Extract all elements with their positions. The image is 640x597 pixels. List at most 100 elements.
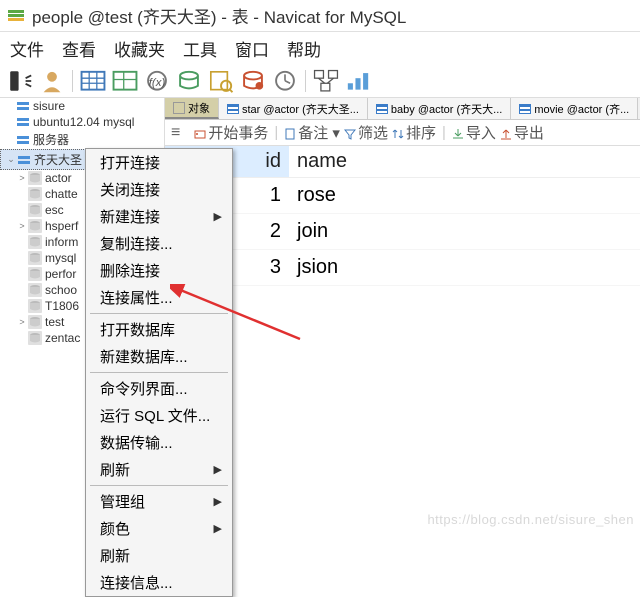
context-menu-item[interactable]: 管理组▶ — [86, 488, 232, 515]
menu-separator — [90, 485, 228, 486]
menu-favorites[interactable]: 收藏夹 — [114, 36, 165, 61]
tab-label: baby @actor (齐天大... — [391, 101, 502, 117]
menu-item-label: 刷新 — [100, 459, 130, 480]
menu-item-label: 运行 SQL 文件... — [100, 405, 210, 426]
hamburger-icon[interactable]: ≡ — [171, 124, 180, 142]
query-tool-icon[interactable] — [207, 69, 235, 93]
table-row[interactable]: 1rose — [165, 178, 640, 214]
database-icon — [28, 235, 42, 249]
chart-tool-icon[interactable] — [344, 69, 372, 93]
tab-label: movie @actor (齐... — [534, 101, 629, 117]
context-menu-item[interactable]: 关闭连接 — [86, 176, 232, 203]
submenu-arrow-icon: ▶ — [214, 522, 222, 535]
table-row[interactable]: 3jsion — [165, 250, 640, 286]
function-tool-icon[interactable]: f(x) — [143, 69, 171, 93]
tab-label: 对象 — [188, 100, 210, 116]
menu-item-label: 复制连接... — [100, 233, 173, 254]
context-menu-item[interactable]: 新建连接▶ — [86, 203, 232, 230]
context-menu-item[interactable]: 颜色▶ — [86, 515, 232, 542]
tab[interactable]: 对象 — [165, 98, 219, 119]
tab[interactable]: movie @actor (齐... — [511, 98, 638, 119]
context-menu-item[interactable]: 刷新 — [86, 542, 232, 569]
menu-item-label: 管理组 — [100, 491, 145, 512]
column-header-name[interactable]: name — [289, 146, 640, 177]
tree-label: sisure — [33, 99, 65, 113]
menu-item-label: 连接信息... — [100, 572, 173, 593]
tree-label: actor — [45, 171, 72, 185]
menu-file[interactable]: 文件 — [10, 36, 44, 61]
menu-tools[interactable]: 工具 — [183, 36, 217, 61]
database-icon — [28, 203, 42, 217]
tree-label: T1806 — [45, 299, 79, 313]
tree-label: mysql — [45, 251, 76, 265]
menu-item-label: 刷新 — [100, 545, 130, 566]
context-menu-item[interactable]: 打开连接 — [86, 149, 232, 176]
data-grid[interactable]: id name 1rose2join3jsion — [165, 146, 640, 286]
menu-item-label: 新建数据库... — [100, 346, 188, 367]
toolbar-separator — [72, 70, 73, 92]
menu-item-label: 关闭连接 — [100, 179, 160, 200]
context-menu-item[interactable]: 数据传输... — [86, 429, 232, 456]
tree-item[interactable]: sisure — [0, 98, 164, 114]
other-tool-icon[interactable] — [175, 69, 203, 93]
database-icon — [28, 283, 42, 297]
window-title: people @test (齐天大圣) - 表 - Navicat for My… — [32, 3, 406, 28]
tab-icon — [519, 104, 531, 114]
user-icon[interactable] — [38, 69, 66, 93]
menu-item-label: 打开数据库 — [100, 319, 175, 340]
backup-tool-icon[interactable] — [239, 69, 267, 93]
context-menu-item[interactable]: 运行 SQL 文件... — [86, 402, 232, 429]
context-menu-item[interactable]: 连接信息... — [86, 569, 232, 596]
note-action[interactable]: 备注 ▾ — [284, 122, 340, 143]
filter-action[interactable]: 筛选 — [344, 122, 388, 143]
tree-item[interactable]: ubuntu12.04 mysql — [0, 114, 164, 130]
tree-label: hsperf — [45, 219, 78, 233]
context-menu-item[interactable]: 连接属性... — [86, 284, 232, 311]
menu-item-label: 新建连接 — [100, 206, 160, 227]
begin-transaction[interactable]: 开始事务 — [194, 122, 268, 143]
sort-action[interactable]: 排序 — [392, 122, 436, 143]
menu-help[interactable]: 帮助 — [287, 36, 321, 61]
toolbar-separator — [305, 70, 306, 92]
context-menu-item[interactable]: 刷新 ▶ — [86, 456, 232, 483]
cell-name[interactable]: join — [289, 214, 640, 249]
cell-name[interactable]: rose — [289, 178, 640, 213]
context-menu-item[interactable]: 命令列界面... — [86, 375, 232, 402]
export-action[interactable]: 导出 — [500, 122, 544, 143]
tree-label: inform — [45, 235, 78, 249]
cell-name[interactable]: jsion — [289, 250, 640, 285]
app-logo-icon — [6, 6, 26, 26]
submenu-arrow-icon: ▶ — [214, 463, 222, 476]
tab-icon — [227, 104, 239, 114]
titlebar: people @test (齐天大圣) - 表 - Navicat for My… — [0, 0, 640, 32]
table-row[interactable]: 2join — [165, 214, 640, 250]
tab[interactable]: star @actor (齐天大圣... — [219, 98, 368, 119]
server-icon — [16, 99, 30, 113]
server-icon — [17, 153, 31, 167]
context-menu-item[interactable]: 复制连接... — [86, 230, 232, 257]
menu-item-label: 删除连接 — [100, 260, 160, 281]
schedule-tool-icon[interactable] — [271, 69, 299, 93]
menu-separator — [90, 313, 228, 314]
import-action[interactable]: 导入 — [452, 122, 496, 143]
connection-icon[interactable] — [6, 69, 34, 93]
context-menu[interactable]: 打开连接关闭连接新建连接▶复制连接...删除连接连接属性...打开数据库新建数据… — [85, 148, 233, 597]
context-menu-item[interactable]: 新建数据库... — [86, 343, 232, 370]
database-icon — [28, 219, 42, 233]
context-menu-item[interactable]: 删除连接 — [86, 257, 232, 284]
menu-item-label: 数据传输... — [100, 432, 173, 453]
tree-label: esc — [45, 203, 64, 217]
menu-window[interactable]: 窗口 — [235, 36, 269, 61]
tab[interactable]: baby @actor (齐天大... — [368, 98, 511, 119]
menu-item-label: 连接属性... — [100, 287, 173, 308]
database-icon — [28, 267, 42, 281]
menu-item-label: 命令列界面... — [100, 378, 188, 399]
menu-view[interactable]: 查看 — [62, 36, 96, 61]
view-tool-icon[interactable] — [111, 69, 139, 93]
model-tool-icon[interactable] — [312, 69, 340, 93]
database-icon — [28, 331, 42, 345]
tree-label: schoo — [45, 283, 77, 297]
context-menu-item[interactable]: 打开数据库 — [86, 316, 232, 343]
tree-item[interactable]: 服务器 — [0, 130, 164, 149]
table-tool-icon[interactable] — [79, 69, 107, 93]
